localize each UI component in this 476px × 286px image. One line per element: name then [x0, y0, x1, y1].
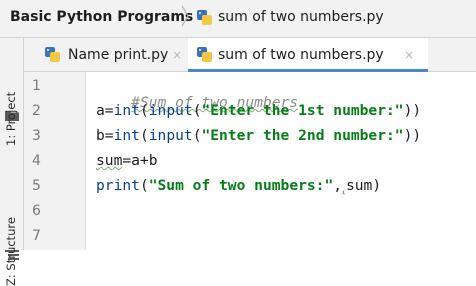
line-number: 4 — [32, 153, 41, 169]
tab-name-print[interactable]: Name print.py × — [32, 38, 208, 72]
code-paren: )) — [403, 102, 422, 119]
line-number-gutter: 1 2 3 4 5 6 7 — [24, 72, 86, 250]
code-paren: ( — [139, 102, 149, 119]
tab-label: Name print.py — [68, 47, 169, 63]
close-icon[interactable]: × — [404, 48, 414, 62]
code-operator: = — [104, 102, 114, 119]
code-comma: , — [333, 177, 343, 194]
code-line-3[interactable]: b=int(input("Enter the 2nd number:")) — [96, 127, 421, 144]
code-expression: =a+b — [122, 152, 158, 169]
code-variable: a — [96, 102, 105, 119]
line-number: 3 — [32, 128, 41, 144]
line-number: 2 — [32, 103, 41, 119]
code-variable: b — [96, 127, 105, 144]
code-line-4[interactable]: sum=a+b — [96, 152, 158, 169]
tool-window-strip: 1: Project Z: Structure — [0, 38, 24, 286]
structure-tool-button[interactable]: Z: Structure — [4, 217, 18, 286]
navigation-bar: Basic Python Programs sum of two numbers… — [0, 0, 476, 38]
code-paren: ( — [139, 177, 149, 194]
code-line-2[interactable]: a=int(input("Enter the 1st number:")) — [96, 102, 421, 119]
line-number: 6 — [32, 203, 41, 219]
code-builtin: int — [113, 127, 140, 144]
editor-tab-bar: Name print.py × sum of two numbers.py × — [24, 38, 476, 72]
python-file-icon — [197, 47, 212, 62]
close-icon[interactable]: × — [172, 48, 182, 62]
line-number: 7 — [32, 228, 41, 244]
code-builtin: print — [96, 177, 140, 194]
code-operator: = — [104, 127, 114, 144]
code-string: "Sum of two numbers:" — [148, 177, 334, 194]
python-file-icon — [45, 47, 60, 62]
breadcrumb-file[interactable]: sum of two numbers.py — [218, 9, 384, 25]
code-paren: )) — [403, 127, 422, 144]
line-number: 5 — [32, 178, 41, 194]
code-editor[interactable]: #Sum of two numbers a=int(input("Enter t… — [86, 72, 476, 250]
code-builtin: input — [148, 127, 193, 144]
line-number: 1 — [32, 78, 41, 94]
code-variable: sum — [345, 177, 373, 194]
code-builtin: int — [113, 102, 140, 119]
code-variable: sum — [96, 152, 123, 169]
tab-sum-of-two-numbers[interactable]: sum of two numbers.py × — [188, 38, 428, 72]
project-tool-button[interactable]: 1: Project — [4, 92, 18, 146]
code-string: "Enter the 1st number:" — [201, 102, 404, 119]
breadcrumb-project[interactable]: Basic Python Programs — [10, 9, 193, 25]
python-file-icon — [197, 10, 212, 25]
code-paren: ) — [372, 177, 382, 194]
code-paren: ( — [139, 127, 149, 144]
tab-label: sum of two numbers.py — [218, 47, 384, 63]
code-line-5[interactable]: print("Sum of two numbers:",⸤sum) — [96, 177, 381, 196]
code-builtin: input — [148, 102, 193, 119]
code-string: "Enter the 2nd number:" — [201, 127, 404, 144]
breadcrumb-separator-icon — [181, 5, 189, 27]
